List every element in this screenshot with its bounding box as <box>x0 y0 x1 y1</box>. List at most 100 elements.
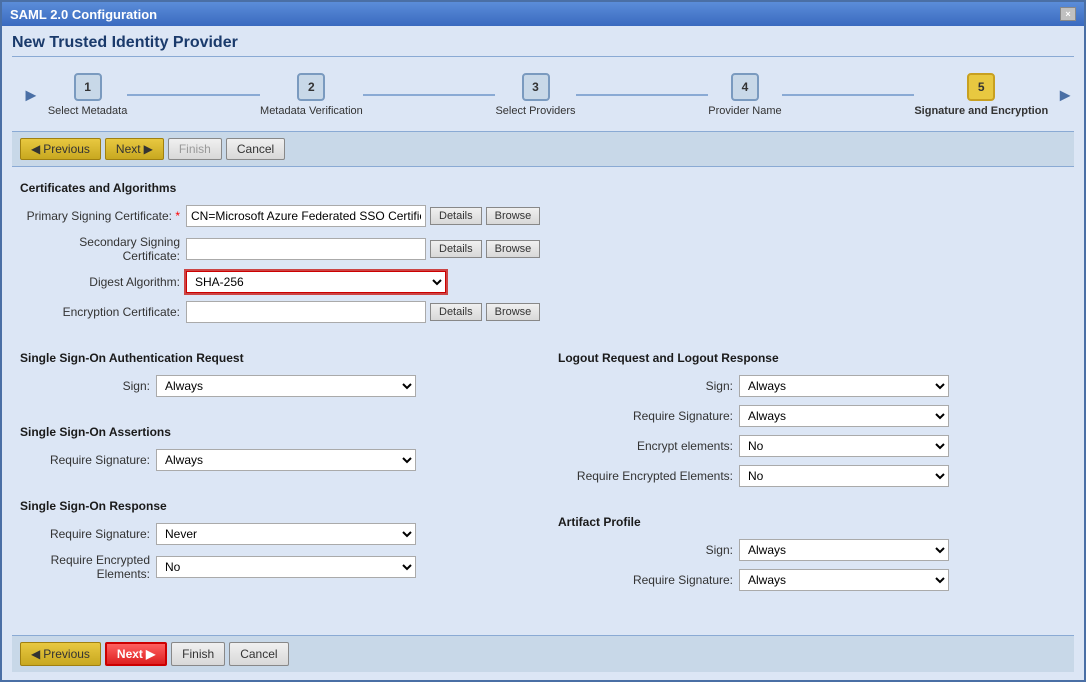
primary-cert-input[interactable] <box>186 205 426 227</box>
primary-cert-label: Primary Signing Certificate: <box>20 209 180 223</box>
form-right: Logout Request and Logout Response Sign:… <box>558 347 1066 629</box>
spacer-1 <box>20 331 1066 347</box>
step-2: 2 Metadata Verification <box>260 73 363 117</box>
title-bar-controls: × <box>1060 7 1076 21</box>
logout-req-sig-label: Require Signature: <box>558 409 733 423</box>
bottom-previous-button[interactable]: ◀ Previous <box>20 642 101 666</box>
close-button[interactable]: × <box>1060 7 1076 21</box>
secondary-cert-inputs: Details Browse <box>186 238 540 260</box>
main-form: Certificates and Algorithms Primary Sign… <box>12 177 1074 629</box>
spacer-3 <box>20 479 528 495</box>
logout-req-enc-select[interactable]: No Yes <box>739 465 949 487</box>
encryption-cert-label: Encryption Certificate: <box>20 305 180 319</box>
content-area: New Trusted Identity Provider ► 1 Select… <box>2 26 1084 680</box>
artifact-section: Artifact Profile Sign: Always Never As N… <box>558 515 1066 591</box>
top-cancel-button[interactable]: Cancel <box>226 138 285 160</box>
sso-response-enc-row: Require Encrypted Elements: No Yes <box>20 553 528 581</box>
sso-assertions-sig-row: Require Signature: Always Never As Neede… <box>20 449 528 471</box>
wizard-steps: ► 1 Select Metadata 2 Metadata Verificat… <box>12 65 1074 125</box>
certs-section: Certificates and Algorithms Primary Sign… <box>20 177 1066 331</box>
page-title: New Trusted Identity Provider <box>12 34 1074 57</box>
secondary-cert-browse-button[interactable]: Browse <box>486 240 541 258</box>
step-2-number: 2 <box>297 73 325 101</box>
step-4-number: 4 <box>731 73 759 101</box>
logout-encrypt-select[interactable]: No Yes <box>739 435 949 457</box>
top-previous-button[interactable]: ◀ Previous <box>20 138 101 160</box>
secondary-cert-details-button[interactable]: Details <box>430 240 482 258</box>
encryption-cert-row: Encryption Certificate: Details Browse <box>20 301 1066 323</box>
step-connector-2 <box>363 94 496 96</box>
step-3-number: 3 <box>522 73 550 101</box>
digest-row: Digest Algorithm: SHA-256 SHA-1 SHA-384 … <box>20 271 1066 293</box>
encryption-cert-input[interactable] <box>186 301 426 323</box>
sso-response-section: Single Sign-On Response Require Signatur… <box>20 499 528 581</box>
main-window: SAML 2.0 Configuration × New Trusted Ide… <box>0 0 1086 682</box>
step-5-number: 5 <box>967 73 995 101</box>
sso-response-sig-label: Require Signature: <box>20 527 150 541</box>
sso-assertions-sig-label: Require Signature: <box>20 453 150 467</box>
form-two-col: Single Sign-On Authentication Request Si… <box>20 347 1066 629</box>
step-5-label: Signature and Encryption <box>914 105 1048 117</box>
sso-response-title: Single Sign-On Response <box>20 499 528 513</box>
logout-req-sig-row: Require Signature: Always Never As Neede… <box>558 405 1066 427</box>
logout-sign-row: Sign: Always Never As Needed <box>558 375 1066 397</box>
logout-sign-label: Sign: <box>558 379 733 393</box>
sso-auth-sign-label: Sign: <box>20 379 150 393</box>
sso-response-sig-row: Require Signature: Never Always As Neede… <box>20 523 528 545</box>
digest-select[interactable]: SHA-256 SHA-1 SHA-384 SHA-512 <box>186 271 446 293</box>
next-right-arrow-icon: ▶ <box>144 142 153 156</box>
logout-section-title: Logout Request and Logout Response <box>558 351 1066 365</box>
sso-assertions-sig-select[interactable]: Always Never As Needed <box>156 449 416 471</box>
spacer-4 <box>558 495 1066 511</box>
logout-req-enc-row: Require Encrypted Elements: No Yes <box>558 465 1066 487</box>
secondary-cert-row: Secondary Signing Certificate: Details B… <box>20 235 1066 263</box>
top-next-button[interactable]: Next ▶ <box>105 138 164 160</box>
bottom-finish-button[interactable]: Finish <box>171 642 225 666</box>
step-connector-1 <box>127 94 260 96</box>
sso-auth-sign-select[interactable]: Always Never As Needed <box>156 375 416 397</box>
digest-label: Digest Algorithm: <box>20 275 180 289</box>
title-bar: SAML 2.0 Configuration × <box>2 2 1084 26</box>
artifact-sign-label: Sign: <box>558 543 733 557</box>
sso-auth-section: Single Sign-On Authentication Request Si… <box>20 351 528 397</box>
secondary-cert-label: Secondary Signing Certificate: <box>20 235 180 263</box>
secondary-cert-input[interactable] <box>186 238 426 260</box>
encryption-cert-browse-button[interactable]: Browse <box>486 303 541 321</box>
bottom-next-right-arrow-icon: ▶ <box>146 647 155 661</box>
logout-req-enc-label: Require Encrypted Elements: <box>558 469 733 483</box>
logout-section: Logout Request and Logout Response Sign:… <box>558 351 1066 487</box>
bottom-next-button[interactable]: Next ▶ <box>105 642 167 666</box>
sso-auth-sign-row: Sign: Always Never As Needed <box>20 375 528 397</box>
primary-cert-browse-button[interactable]: Browse <box>486 207 541 225</box>
step-connector-4 <box>782 94 915 96</box>
sso-response-enc-select[interactable]: No Yes <box>156 556 416 578</box>
sso-response-enc-label: Require Encrypted Elements: <box>20 553 150 581</box>
logout-encrypt-label: Encrypt elements: <box>558 439 733 453</box>
bottom-cancel-button[interactable]: Cancel <box>229 642 288 666</box>
artifact-req-sig-select[interactable]: Always Never As Needed <box>739 569 949 591</box>
bottom-previous-left-arrow-icon: ◀ <box>31 647 40 661</box>
spacer-2 <box>20 405 528 421</box>
encryption-cert-details-button[interactable]: Details <box>430 303 482 321</box>
bottom-toolbar: ◀ Previous Next ▶ Finish Cancel <box>12 635 1074 672</box>
step-2-label: Metadata Verification <box>260 105 363 117</box>
artifact-sign-select[interactable]: Always Never As Needed <box>739 539 949 561</box>
step-4: 4 Provider Name <box>708 73 781 117</box>
primary-cert-row: Primary Signing Certificate: Details Bro… <box>20 205 1066 227</box>
step-3: 3 Select Providers <box>495 73 575 117</box>
previous-left-arrow-icon: ◀ <box>31 142 40 156</box>
window-title: SAML 2.0 Configuration <box>10 7 157 22</box>
logout-sign-select[interactable]: Always Never As Needed <box>739 375 949 397</box>
step-1-number: 1 <box>74 73 102 101</box>
step-4-label: Provider Name <box>708 105 781 117</box>
sso-assertions-title: Single Sign-On Assertions <box>20 425 528 439</box>
artifact-req-sig-label: Require Signature: <box>558 573 733 587</box>
logout-req-sig-select[interactable]: Always Never As Needed <box>739 405 949 427</box>
primary-cert-details-button[interactable]: Details <box>430 207 482 225</box>
sso-response-sig-select[interactable]: Never Always As Needed <box>156 523 416 545</box>
encryption-cert-inputs: Details Browse <box>186 301 540 323</box>
logout-encrypt-row: Encrypt elements: No Yes <box>558 435 1066 457</box>
artifact-req-sig-row: Require Signature: Always Never As Neede… <box>558 569 1066 591</box>
top-finish-button[interactable]: Finish <box>168 138 222 160</box>
artifact-sign-row: Sign: Always Never As Needed <box>558 539 1066 561</box>
